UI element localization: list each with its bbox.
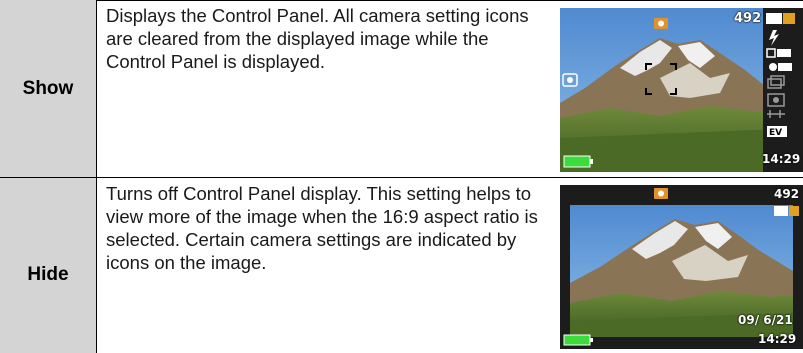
row-description: Turns off Control Panel display. This se… xyxy=(106,183,538,273)
image-size-icon xyxy=(766,13,795,24)
row-label: Hide xyxy=(27,264,69,285)
row-label: Show xyxy=(22,78,74,99)
face-detect-icon xyxy=(769,63,792,71)
camera-scene: EV xyxy=(560,8,803,172)
date-display: 09/ 6/21 xyxy=(738,313,793,327)
row-description: Displays the Control Panel. All camera s… xyxy=(106,5,529,72)
clock-time: 14:29 xyxy=(762,152,801,166)
settings-table: Show Displays the Control Panel. All cam… xyxy=(0,0,803,353)
camera-screen-show: EV 492 14:29 xyxy=(560,8,803,172)
table-row-show: Show Displays the Control Panel. All cam… xyxy=(0,0,803,177)
ev-icon: EV xyxy=(767,126,787,138)
table-row-hide: Hide Turns off Control Panel display. Th… xyxy=(0,178,803,353)
svg-text:EV: EV xyxy=(769,128,782,138)
camera-screen-hide: 492 09/ 6/21 14:29 xyxy=(560,185,803,349)
label-cell: Hide xyxy=(0,178,96,353)
shot-count: 492 xyxy=(734,11,762,26)
camera-icon xyxy=(654,188,668,199)
battery-icon xyxy=(563,334,593,346)
camera-icon xyxy=(654,18,668,29)
label-cell: Show xyxy=(0,0,96,177)
image-size-icon xyxy=(774,206,799,216)
clock-time: 14:29 xyxy=(758,332,797,346)
shot-count: 492 xyxy=(774,187,800,201)
column-divider xyxy=(96,0,97,177)
column-divider xyxy=(96,178,97,353)
battery-icon xyxy=(563,155,593,168)
